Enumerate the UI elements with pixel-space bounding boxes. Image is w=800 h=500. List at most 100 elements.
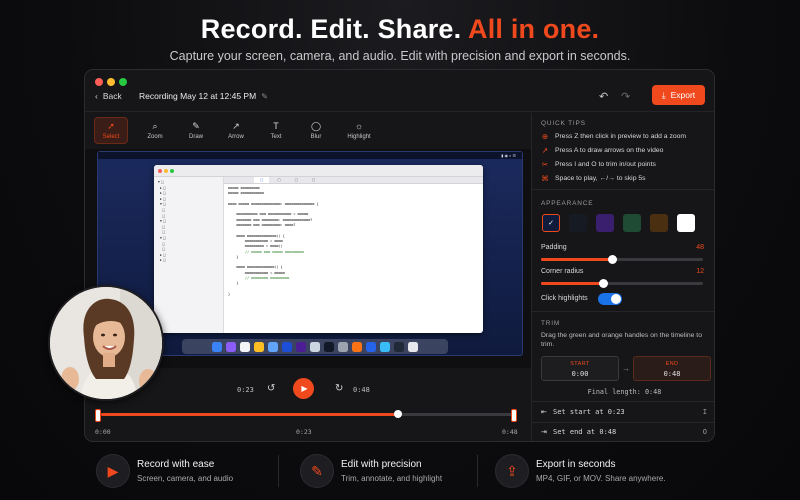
- dock-app-icon: [282, 341, 292, 352]
- code-line: }: [228, 291, 231, 296]
- feature-desc: Trim, annotate, and highlight: [341, 474, 443, 483]
- padding-label: Padding: [541, 244, 567, 251]
- tree-node: ▸ ▢: [158, 258, 167, 263]
- background-swatch[interactable]: [596, 214, 614, 232]
- chevron-left-icon: ‹: [95, 91, 98, 101]
- tool-label: Highlight: [347, 133, 371, 140]
- redo-icon[interactable]: ↷: [621, 90, 630, 103]
- divider: [532, 311, 714, 312]
- background-swatch[interactable]: [623, 214, 641, 232]
- corner-radius-slider[interactable]: [541, 279, 703, 288]
- background-swatch[interactable]: ✓: [542, 214, 560, 232]
- download-icon: ⤓: [661, 89, 666, 100]
- magnifier-icon: ⌕: [152, 120, 158, 131]
- slider-knob[interactable]: [598, 279, 608, 288]
- tool-text[interactable]: T Text: [259, 117, 293, 144]
- blur-icon: ◯: [310, 120, 322, 131]
- pen-icon: ✎: [192, 120, 200, 131]
- trim-start-handle[interactable]: [95, 409, 101, 422]
- undo-icon[interactable]: ↶: [599, 90, 608, 103]
- editor-tab: ▢: [277, 178, 281, 182]
- trim-end-handle[interactable]: [511, 409, 517, 422]
- tool-arrow[interactable]: ↗ Arrow: [219, 117, 253, 144]
- headline-accent: All in one.: [468, 14, 600, 44]
- editor-window: ‹ Back Recording May 12 at 12:45 PM ✎ ↶ …: [84, 69, 715, 442]
- tool-label: Draw: [188, 133, 203, 140]
- inspector-panel: QUICK TIPS ⊕ Press Z then click in previ…: [531, 113, 714, 441]
- dock-app-icon: [268, 341, 278, 352]
- dot-red: [158, 169, 162, 173]
- click-highlights-toggle[interactable]: [598, 293, 622, 305]
- tool-highlight[interactable]: ☼ Highlight: [342, 117, 376, 144]
- slider-fill: [541, 258, 613, 261]
- recorded-code-editor: ▾ ▢ ▸ ▢ ▸ ▢ ▸ ▢ ▾ ▢ ▢ ▢ ▾ ▢ ▢ ▢ ▾ ▢ ▢ ▢: [154, 165, 483, 333]
- divider: [532, 401, 714, 402]
- minimize-window-button[interactable]: [107, 78, 115, 86]
- editor-tab: ▢: [254, 177, 270, 183]
- skip-forward-icon[interactable]: ↻: [335, 383, 343, 394]
- background-swatch[interactable]: [650, 214, 668, 232]
- camera-icon: ▶: [96, 454, 130, 488]
- corner-radius-value: 12: [696, 268, 704, 275]
- feature-desc: Screen, camera, and audio: [137, 474, 234, 483]
- text-icon: T: [273, 120, 279, 131]
- dock-app-icon: [338, 341, 348, 352]
- editor-window-dots: [158, 169, 174, 173]
- rename-pencil-icon[interactable]: ✎: [261, 92, 268, 101]
- tip-trim: ✂ Press I and O to trim in/out points: [541, 160, 656, 169]
- export-button[interactable]: ⤓ Export: [652, 85, 705, 105]
- timeline-end-label: 0:48: [502, 428, 518, 436]
- export-label: Export: [670, 90, 696, 100]
- feature-row: ▶ Record with ease Screen, camera, and a…: [84, 447, 724, 495]
- tip-text: Space to play, ←/→ to skip 5s: [555, 175, 646, 182]
- set-start-shortcut: I: [702, 408, 707, 416]
- editor-toolbar: [154, 165, 483, 177]
- set-end-button[interactable]: ⇥ Set end at 0:48 O: [541, 426, 707, 438]
- set-start-button[interactable]: ⇤ Set start at 0:23 I: [541, 406, 707, 418]
- trim-start-value: 0:00: [571, 370, 589, 378]
- command-icon: ⌘: [541, 174, 549, 183]
- editor-code: ▬▬▬▬▬ ▬▬▬▬▬▬▬▬▬ ▬▬▬▬▬ ▬▬▬▬▬▬▬▬▬▬▬ ▬▬▬▬ ▬…: [224, 184, 483, 333]
- back-label: Back: [102, 91, 122, 101]
- recording-title-text: Recording May 12 at 12:45 PM: [139, 91, 257, 101]
- skip-back-icon[interactable]: ↺: [267, 383, 275, 394]
- tool-zoom[interactable]: ⌕ Zoom: [138, 117, 172, 144]
- padding-slider[interactable]: [541, 255, 703, 264]
- editor-tab: ▢: [311, 178, 316, 182]
- close-window-button[interactable]: [95, 78, 103, 86]
- headline-main: Record. Edit. Share.: [200, 14, 462, 44]
- back-button[interactable]: ‹ Back: [95, 91, 122, 101]
- play-button[interactable]: ▶: [293, 378, 314, 399]
- tool-select[interactable]: ➚ Select: [94, 117, 128, 144]
- trim-end-box[interactable]: END 0:48: [633, 356, 711, 381]
- dot-yellow: [164, 169, 168, 173]
- timeline-labels: 0:00 0:23 0:48: [95, 428, 520, 438]
- editor-sidebar: ▾ ▢ ▸ ▢ ▸ ▢ ▸ ▢ ▾ ▢ ▢ ▢ ▾ ▢ ▢ ▢ ▾ ▢ ▢ ▢: [154, 177, 224, 333]
- tool-label: Select: [102, 133, 120, 140]
- scissors-icon: ✂: [541, 160, 549, 169]
- timeline[interactable]: [95, 409, 520, 422]
- padding-value: 48: [696, 244, 704, 251]
- zoom-window-button[interactable]: [119, 78, 127, 86]
- tool-blur[interactable]: ◯ Blur: [299, 117, 333, 144]
- play-icon: ▶: [301, 384, 308, 393]
- trim-start-box[interactable]: START 0:00: [541, 356, 619, 381]
- click-highlights-label: Click highlights: [541, 295, 588, 302]
- timeline-start-label: 0:00: [95, 428, 111, 436]
- toggle-knob: [611, 294, 621, 304]
- dock-app-icon: [240, 341, 250, 352]
- webcam-bubble[interactable]: [48, 285, 164, 401]
- tool-label: Arrow: [228, 133, 244, 140]
- slider-knob[interactable]: [608, 255, 618, 264]
- editor-tabs: ▢ ▢ ▢ ▢: [224, 177, 483, 184]
- share-icon: ⇪: [495, 454, 529, 488]
- trim-description: Drag the green and orange handles on the…: [541, 332, 702, 348]
- background-swatch[interactable]: [677, 214, 695, 232]
- set-end-text: Set end at 0:48: [553, 428, 617, 436]
- feature-title: Record with ease: [137, 459, 215, 470]
- feature-divider: [477, 455, 478, 487]
- playhead-knob[interactable]: [393, 410, 402, 418]
- recording-title: Recording May 12 at 12:45 PM ✎: [139, 91, 268, 101]
- tool-draw[interactable]: ✎ Draw: [179, 117, 213, 144]
- background-swatch[interactable]: [569, 214, 587, 232]
